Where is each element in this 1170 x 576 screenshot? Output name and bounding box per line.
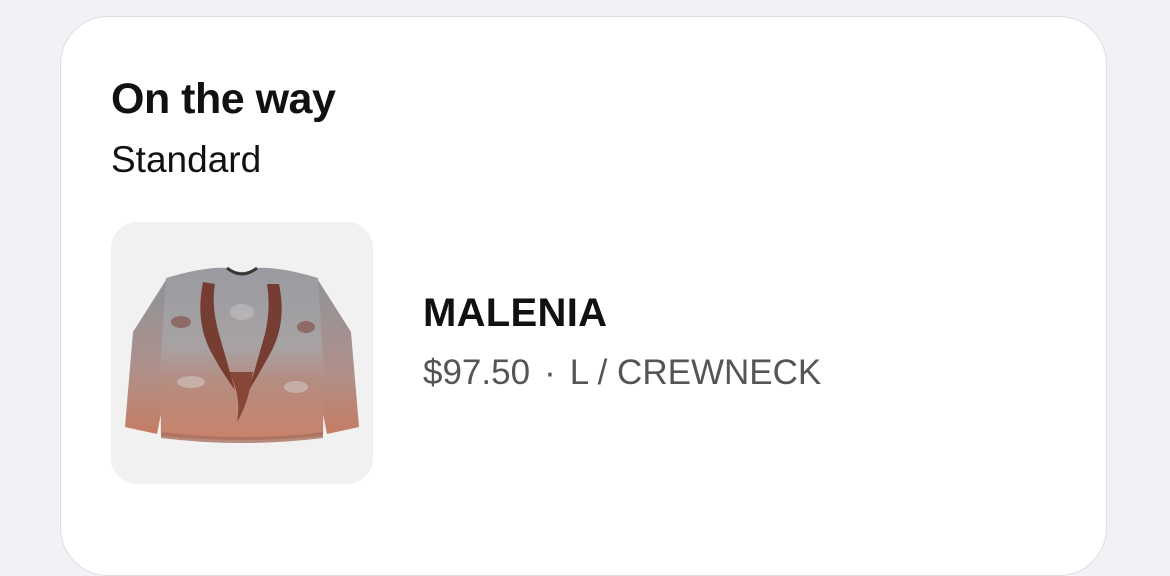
details-separator: · [544, 353, 556, 392]
product-variant: L / CREWNECK [569, 353, 822, 392]
product-thumbnail[interactable] [111, 222, 373, 484]
product-price: $97.50 [423, 353, 531, 392]
product-details: $97.50 · L / CREWNECK [423, 353, 821, 393]
order-status-title: On the way [111, 75, 336, 123]
shipping-method-label: Standard [111, 139, 262, 180]
product-name: MALENIA [423, 291, 608, 335]
order-status-card[interactable]: On the way Standard MALENIA $97.50 · L /… [60, 16, 1107, 576]
crewneck-sweater-image [125, 266, 359, 443]
